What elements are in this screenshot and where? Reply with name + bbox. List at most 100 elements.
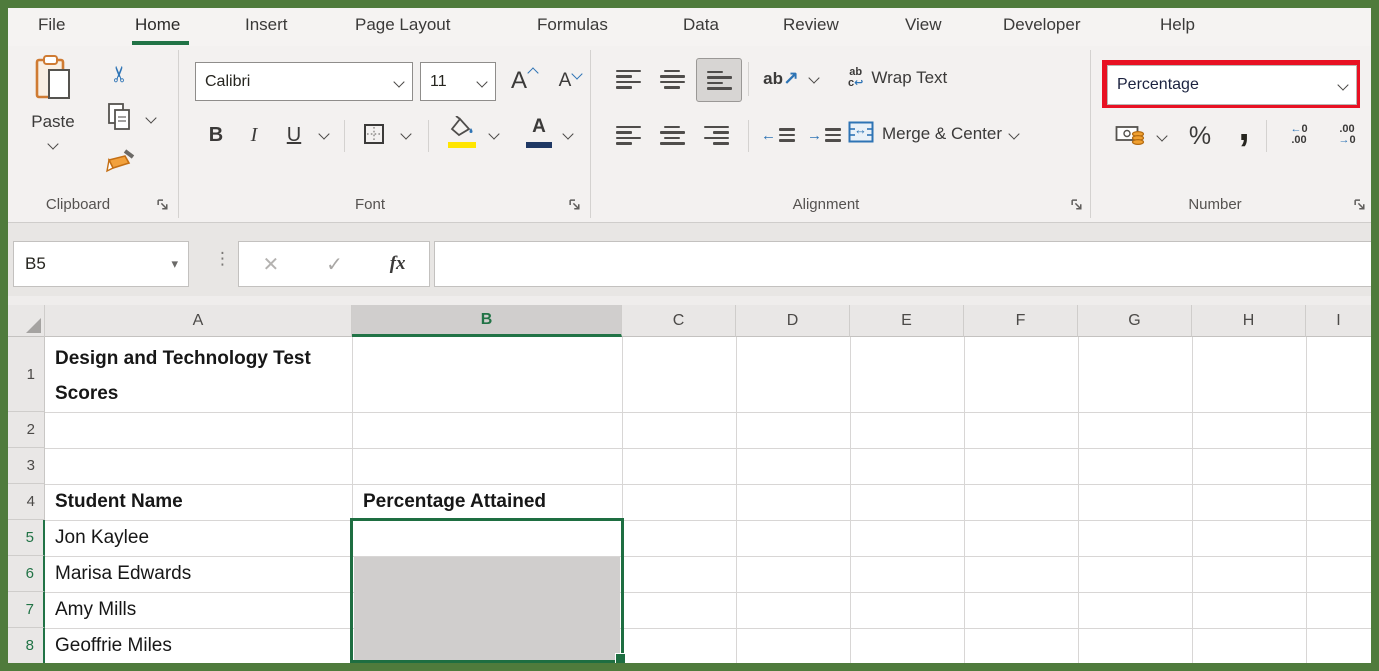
bottom-align-button-selected[interactable] [696,58,742,102]
row-label: 1 [27,366,35,383]
middle-align-button[interactable] [654,62,690,96]
column-label: B [481,311,493,329]
cell-a8[interactable]: Geoffrie Miles [50,628,350,663]
gridline [1192,337,1193,663]
tab-formulas[interactable]: Formulas [537,15,608,35]
copy-icon [107,102,133,135]
font-color-button[interactable]: A [524,116,554,154]
top-align-button[interactable] [610,62,646,96]
column-label: I [1336,312,1340,330]
row-label: 5 [26,529,34,546]
tab-home[interactable]: Home [135,15,180,35]
font-size-combobox[interactable]: 11 [420,62,496,101]
number-dialog-launcher-icon[interactable] [1353,198,1367,212]
increase-decimal-button[interactable]: ←0 .00 [1278,118,1320,152]
orientation-button[interactable]: ab ↗ [760,62,802,96]
column-header-f[interactable]: F [964,305,1078,337]
column-header-c[interactable]: C [622,305,736,337]
row-label: 8 [26,637,34,654]
decrease-indent-button[interactable]: ← [758,118,798,152]
cell-a1[interactable]: Design and Technology Test Scores [50,341,347,411]
font-name-combobox[interactable]: Calibri [195,62,413,101]
bold-button[interactable]: B [200,116,232,154]
orientation-chevron-down-icon[interactable] [808,72,819,83]
row-header-1[interactable]: 1 [8,337,45,412]
select-all-button[interactable] [8,305,45,337]
row-header-2[interactable]: 2 [8,412,45,448]
font-dialog-launcher-icon[interactable] [568,198,582,212]
merge-center-icon: ↔ [848,121,874,148]
wrap-text-button[interactable]: ab c↩ Wrap Text [848,58,1018,98]
column-header-e[interactable]: E [850,305,964,337]
tab-data[interactable]: Data [683,15,719,35]
fill-color-button[interactable] [446,116,480,154]
column-header-i[interactable]: I [1306,305,1371,337]
copy-button[interactable] [102,102,138,134]
column-header-d[interactable]: D [736,305,850,337]
accounting-chevron-down-icon[interactable] [1156,130,1167,141]
increase-indent-button[interactable]: → [804,118,844,152]
formula-buttons-box: ✕ ✓ fx [238,241,430,287]
decrease-font-size-button[interactable]: A [550,62,590,99]
row-header-3[interactable]: 3 [8,448,45,484]
selection-range-b5-b8[interactable] [350,518,624,663]
row-header-5-selected[interactable]: 5 [8,520,45,556]
paste-button[interactable]: Paste [20,54,86,184]
cell-a6[interactable]: Marisa Edwards [50,556,350,592]
decrease-decimal-button[interactable]: .00 →0 [1326,118,1368,152]
align-center-button[interactable] [654,118,690,152]
cell-a5[interactable]: Jon Kaylee [50,520,350,556]
cell-a7[interactable]: Amy Mills [50,592,350,628]
enter-icon[interactable]: ✓ [326,252,343,277]
increase-font-size-button[interactable]: A [504,62,544,99]
number-format-combobox[interactable]: Percentage [1107,65,1357,105]
cell-b4[interactable]: Percentage Attained [358,484,620,520]
column-header-a[interactable]: A [45,305,352,337]
merge-center-button[interactable]: ↔ Merge & Center [848,114,1088,154]
borders-chevron-down-icon[interactable] [400,128,411,139]
formula-input[interactable] [434,241,1371,287]
row-header-4[interactable]: 4 [8,484,45,520]
percent-style-button[interactable]: % [1180,116,1220,156]
row-header-7-selected[interactable]: 7 [8,592,45,628]
column-header-h[interactable]: H [1192,305,1306,337]
tab-view[interactable]: View [905,15,942,35]
clipboard-dialog-launcher-icon[interactable] [156,198,170,212]
row-header-6-selected[interactable]: 6 [8,556,45,592]
alignment-dialog-launcher-icon[interactable] [1070,198,1084,212]
format-painter-button[interactable] [100,146,140,180]
gridline [1306,337,1307,663]
row-header-8-selected[interactable]: 8 [8,628,45,663]
cell-a4[interactable]: Student Name [50,484,350,520]
excel-frame: File Home Insert Page Layout Formulas Da… [8,8,1371,663]
format-painter-icon [104,148,136,179]
align-right-button[interactable] [698,118,734,152]
align-left-button[interactable] [610,118,646,152]
cut-button[interactable]: ✂ [102,58,138,90]
cancel-icon[interactable]: ✕ [262,252,279,277]
tab-file[interactable]: File [38,15,65,35]
fill-color-chevron-down-icon[interactable] [488,128,499,139]
tab-help[interactable]: Help [1160,15,1195,35]
tab-page-layout[interactable]: Page Layout [355,15,450,35]
tab-developer[interactable]: Developer [1003,15,1081,35]
accounting-format-button[interactable] [1110,120,1150,154]
borders-button[interactable] [358,120,390,152]
fill-handle[interactable] [615,653,626,663]
column-header-b-selected[interactable]: B [352,305,622,337]
insert-function-icon[interactable]: fx [390,253,406,275]
font-color-chevron-down-icon[interactable] [562,128,573,139]
underline-button[interactable]: U [278,116,310,154]
tab-insert[interactable]: Insert [245,15,288,35]
small-divider [1266,120,1267,152]
name-box[interactable]: B5 ▾ [13,241,189,287]
copy-chevron-down-icon[interactable] [145,112,156,123]
underline-chevron-down-icon[interactable] [318,128,329,139]
formula-bar-grip-icon[interactable]: ⋮ [214,249,231,269]
increase-indent-icon [825,128,841,142]
italic-button[interactable]: I [240,116,268,154]
column-header-g[interactable]: G [1078,305,1192,337]
ribbon-tab-bar: File Home Insert Page Layout Formulas Da… [8,8,1371,46]
comma-style-button[interactable]: , [1228,104,1260,150]
tab-review[interactable]: Review [783,15,839,35]
